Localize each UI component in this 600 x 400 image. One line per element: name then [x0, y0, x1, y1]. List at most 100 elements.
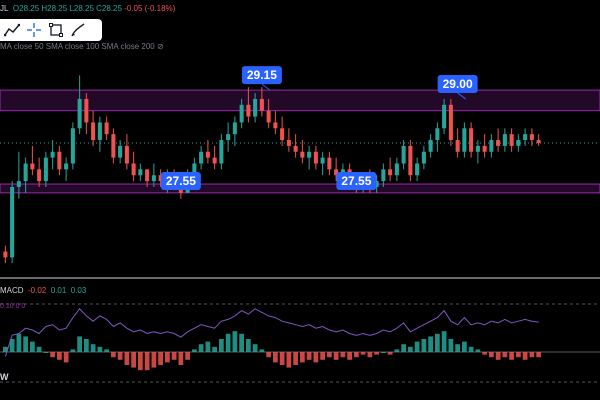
sr-zone-0: [0, 89, 600, 112]
macd-bar: [306, 352, 312, 360]
macd-bar: [273, 352, 278, 363]
macd-bar: [421, 339, 427, 352]
indicator-values: 0.10 0 0: [0, 303, 25, 310]
macd-bar: [57, 352, 62, 360]
candle-body: [77, 98, 82, 129]
candle-body: [212, 157, 217, 164]
candle-body: [300, 151, 305, 158]
symbol-label: JL: [0, 4, 9, 13]
macd-bar: [482, 352, 487, 355]
macd-bar: [77, 336, 82, 352]
candle-body: [448, 104, 453, 141]
macd-bar: [381, 352, 386, 353]
candle-body: [205, 151, 210, 158]
candle-body: [10, 186, 15, 258]
macd-bar: [225, 333, 231, 352]
candle-body: [502, 134, 507, 146]
price-label: 29.00: [443, 77, 473, 91]
candle-body: [475, 145, 480, 152]
candle-body: [43, 157, 48, 182]
macd-bar: [144, 352, 150, 371]
candle-body: [435, 128, 440, 141]
candle-body: [37, 169, 42, 182]
macd-bar: [529, 352, 535, 358]
macd-bar: [495, 352, 501, 360]
candle-body: [388, 169, 393, 176]
candle-body: [124, 145, 129, 164]
candle-body: [145, 169, 150, 182]
drawing-toolbar: [0, 19, 102, 41]
macd-bar: [293, 352, 298, 365]
candle-body: [482, 145, 487, 152]
candle-body: [415, 163, 420, 176]
macd-bar: [104, 349, 109, 352]
candle-body: [455, 140, 460, 152]
macd-bar: [63, 352, 69, 363]
macd-bar: [259, 349, 265, 352]
candle-body: [97, 122, 102, 141]
candle-body: [313, 151, 318, 164]
candle-body: [111, 134, 116, 158]
candle-body: [91, 122, 96, 141]
candle-body: [232, 122, 237, 135]
candle-body: [509, 134, 514, 146]
sr-zone-1: [0, 183, 600, 194]
candle-body: [529, 134, 534, 141]
macd-bar: [97, 346, 103, 352]
macd-bar: [367, 352, 373, 358]
macd-bar: [360, 352, 366, 355]
macd-bar: [205, 341, 211, 352]
candle-body: [280, 128, 285, 141]
candle-body: [408, 145, 413, 176]
macd-bar: [30, 341, 35, 352]
price-chart[interactable]: 29.15 29.00 27.55 27.55: [0, 0, 600, 400]
macd-bar: [50, 352, 55, 358]
price-label: 27.55: [166, 174, 196, 188]
candle-body: [57, 151, 62, 170]
change-value: -0.05 (-0.18%): [124, 4, 176, 13]
macd-bar: [455, 344, 460, 352]
candle-body: [151, 175, 156, 182]
crosshair-icon[interactable]: [24, 21, 44, 39]
price-label: 27.55: [341, 174, 371, 188]
macd-bar: [171, 352, 177, 360]
candle-body: [394, 163, 399, 176]
candle-body: [496, 140, 501, 146]
macd-bar: [374, 352, 379, 355]
candle-body: [84, 98, 89, 123]
price-label: 29.15: [247, 68, 277, 82]
candle-body: [246, 104, 251, 117]
high-value: H28.25: [41, 4, 68, 13]
candle-body: [131, 163, 136, 176]
sma-legend: MA close 50 SMA close 100 SMA close 200 …: [0, 42, 164, 51]
macd-bar: [327, 352, 332, 358]
macd-bar: [165, 352, 170, 363]
macd-bar: [408, 346, 413, 352]
macd-bar: [428, 336, 433, 352]
macd-bar: [252, 344, 258, 352]
candle-body: [536, 140, 541, 143]
trend-line-icon[interactable]: [2, 21, 22, 39]
macd-bar: [36, 346, 42, 352]
macd-bar: [158, 352, 163, 365]
visibility-icon[interactable]: ⊘: [157, 42, 164, 51]
candle-body: [16, 181, 21, 187]
macd-bar: [84, 339, 89, 352]
brush-icon[interactable]: [68, 21, 88, 39]
macd-bar: [178, 352, 184, 365]
macd-bar: [266, 352, 271, 358]
macd-bar: [387, 352, 393, 355]
macd-bar: [435, 333, 440, 352]
candle-body: [428, 140, 433, 152]
ohlc-header: JL O28.25 H28.25 L28.25 C28.25 -0.05 (-0…: [0, 4, 175, 13]
macd-bar: [333, 352, 339, 360]
close-value: C28.25: [96, 4, 122, 13]
rectangle-icon[interactable]: [46, 21, 66, 39]
macd-bar: [522, 352, 528, 360]
candle-body: [421, 151, 426, 164]
macd-bar: [117, 352, 123, 360]
macd-bar: [279, 352, 285, 365]
candle-body: [104, 122, 109, 135]
macd-bar: [124, 352, 130, 365]
macd-bar: [43, 352, 49, 353]
